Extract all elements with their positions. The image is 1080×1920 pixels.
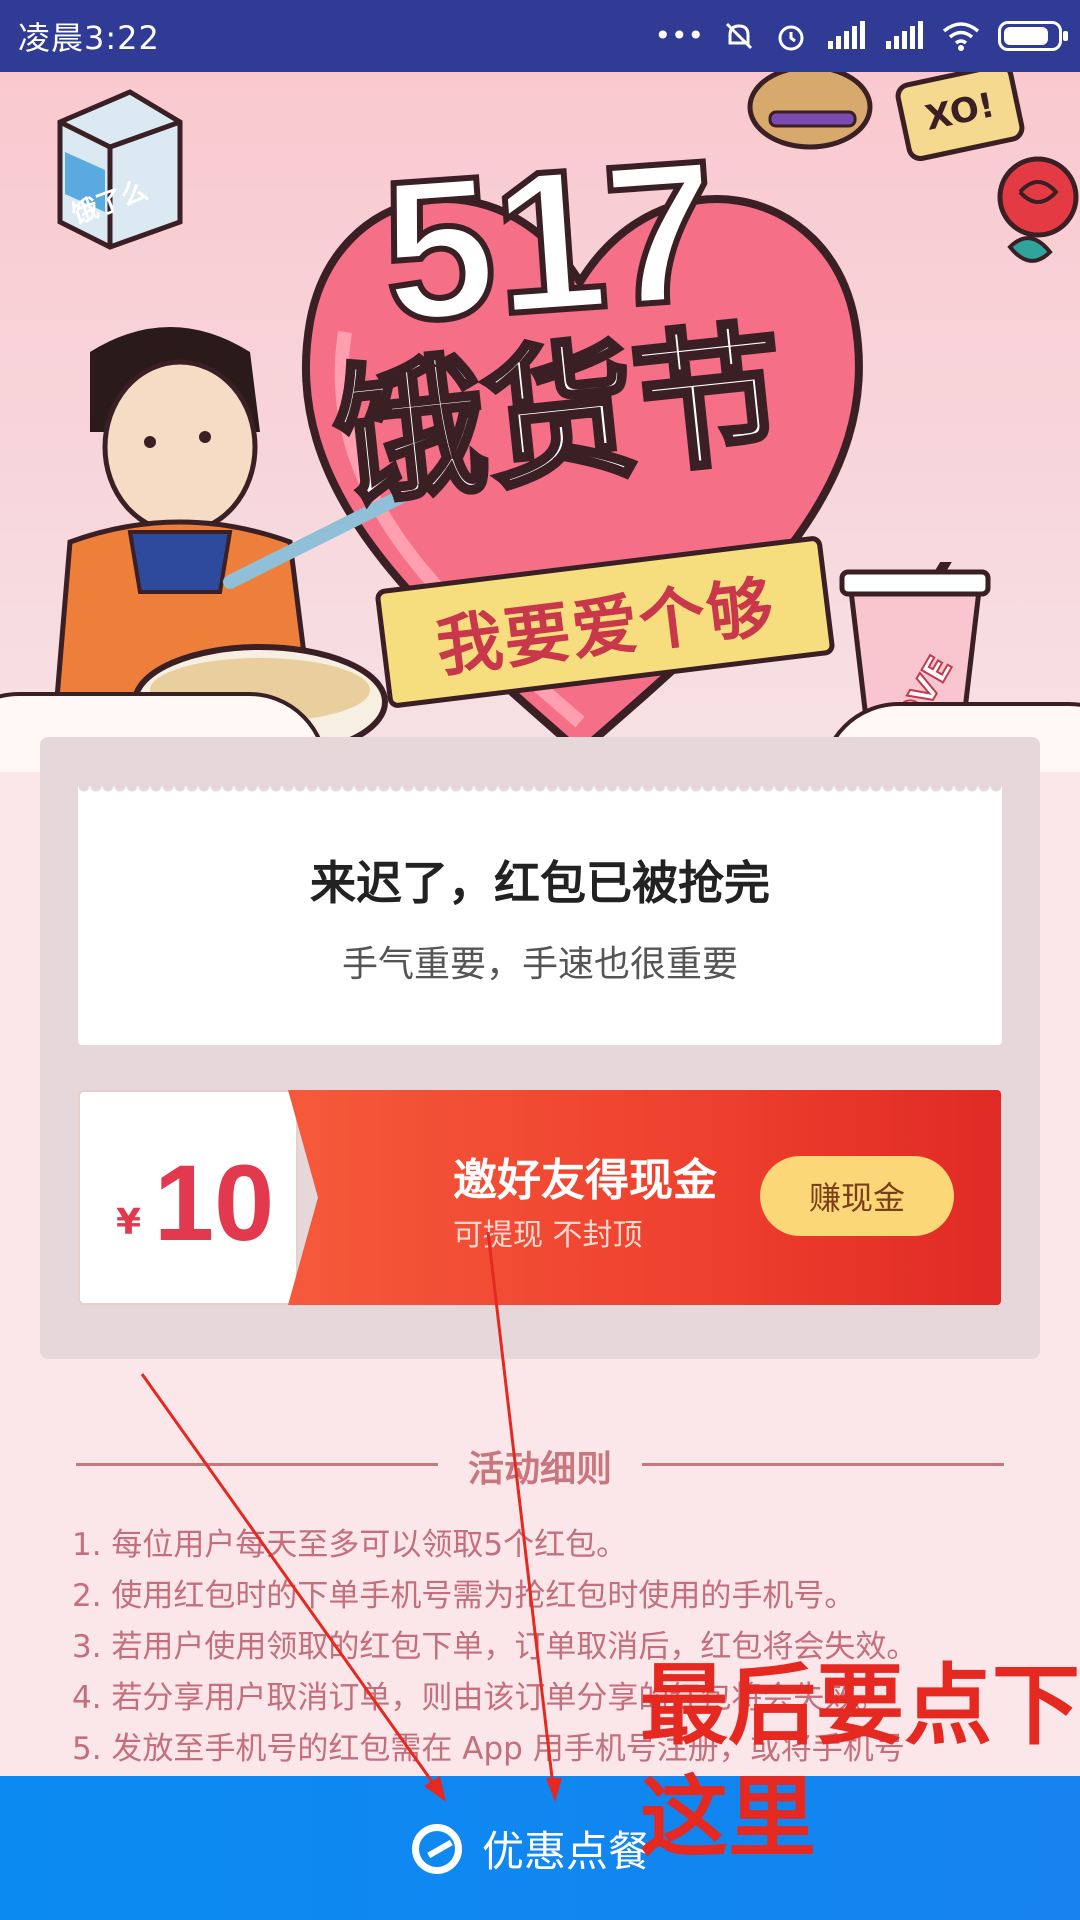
annotation-text: 最后要点下 这里 bbox=[640, 1650, 1080, 1874]
annotation-arrows bbox=[140, 1231, 562, 1802]
annotation-line-2: 这里 bbox=[640, 1766, 817, 1869]
annotation-line-1: 最后要点下 bbox=[640, 1654, 1080, 1757]
